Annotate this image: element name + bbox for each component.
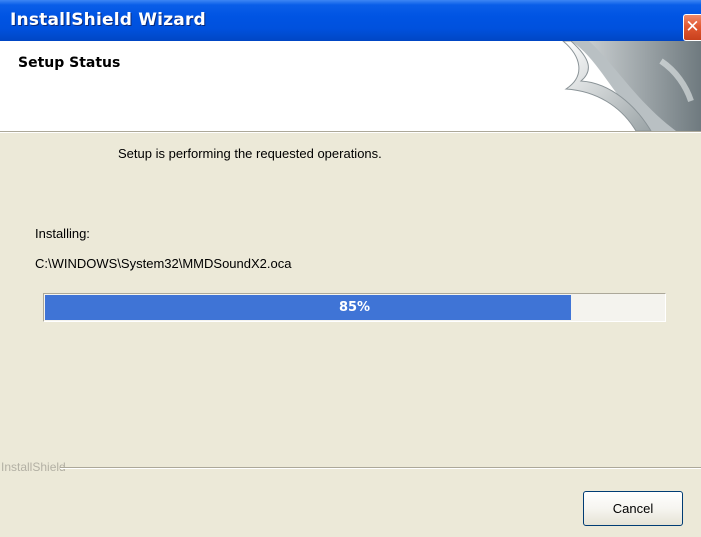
header-divider-highlight (0, 132, 701, 133)
header-banner: Setup Status (0, 41, 701, 131)
status-message: Setup is performing the requested operat… (118, 146, 382, 161)
progress-percent: 85% (338, 300, 371, 315)
page-title: Setup Status (18, 55, 121, 71)
installshield-brand-label: InstallShield (1, 460, 66, 474)
close-icon: ✕ (685, 17, 700, 37)
progress-bar: 85% (43, 293, 666, 322)
installshield-wizard-window: InstallShield Wizard ✕ Setup Status Setu… (0, 0, 701, 537)
current-file-path: C:\WINDOWS\System32\MMDSoundX2.oca (35, 256, 292, 271)
installing-label: Installing: (35, 226, 90, 241)
footer-divider-highlight (60, 468, 701, 469)
cancel-button[interactable]: Cancel (583, 491, 683, 526)
close-button[interactable]: ✕ (683, 14, 701, 41)
page-curl-graphic (562, 41, 701, 131)
window-title: InstallShield Wizard (10, 10, 206, 30)
title-bar[interactable]: InstallShield Wizard ✕ (0, 0, 701, 41)
